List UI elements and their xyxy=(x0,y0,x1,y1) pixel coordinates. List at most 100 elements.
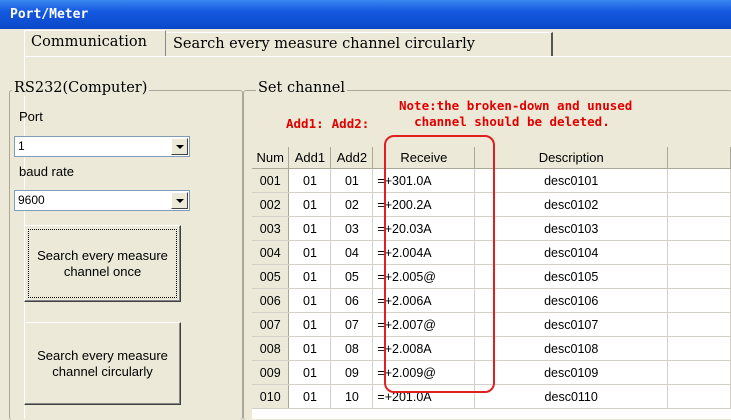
table-row[interactable]: 001 01 01 =+301.0A desc0101 xyxy=(252,168,731,193)
tab-search-circularly[interactable]: Search every measure channel circularly xyxy=(167,32,553,56)
baud-rate-label: baud rate xyxy=(19,164,74,179)
row-extra xyxy=(667,336,731,361)
row-extra xyxy=(667,288,731,313)
header-num[interactable]: Num xyxy=(252,147,290,169)
row-description[interactable]: desc0109 xyxy=(474,360,669,385)
row-num[interactable]: 010 xyxy=(252,384,290,409)
row-add1[interactable]: 01 xyxy=(288,288,332,313)
table-header-row: Num Add1 Add2 Receive Description xyxy=(252,147,731,169)
row-description[interactable]: desc0110 xyxy=(474,384,669,409)
row-add1[interactable]: 01 xyxy=(288,168,332,193)
row-add2[interactable]: 02 xyxy=(330,192,374,217)
window-title: Port/Meter xyxy=(10,7,89,22)
rs232-group-title: RS232(Computer) xyxy=(12,80,150,96)
search-circularly-button[interactable]: Search every measure channel circularly xyxy=(24,322,181,405)
row-add2[interactable]: 05 xyxy=(330,264,374,289)
row-add1[interactable]: 01 xyxy=(288,336,332,361)
row-num[interactable]: 005 xyxy=(252,264,290,289)
table-row[interactable]: 002 01 02 =+200.2A desc0102 xyxy=(252,192,731,217)
row-extra xyxy=(667,264,731,289)
row-description[interactable]: desc0106 xyxy=(474,288,669,313)
address-labels: Add1: Add2: xyxy=(286,116,377,131)
row-add2[interactable]: 10 xyxy=(330,384,374,409)
row-add2[interactable]: 07 xyxy=(330,312,374,337)
row-extra xyxy=(667,384,731,409)
row-description[interactable]: desc0107 xyxy=(474,312,669,337)
set-channel-group-title: Set channel xyxy=(256,80,347,96)
channel-table[interactable]: Num Add1 Add2 Receive Description 001 01 0… xyxy=(252,147,731,419)
table-row[interactable]: 009 01 09 =+2.009@ desc0109 xyxy=(252,360,731,385)
row-description[interactable]: desc0103 xyxy=(474,216,669,241)
row-receive[interactable]: =+2.006A xyxy=(372,288,476,313)
table-row[interactable]: 005 01 05 =+2.005@ desc0105 xyxy=(252,264,731,289)
search-once-button[interactable]: Search every measure channel once xyxy=(24,225,181,302)
port-select[interactable]: 1 xyxy=(14,136,190,157)
row-add1[interactable]: 01 xyxy=(288,240,332,265)
row-receive[interactable]: =+2.009@ xyxy=(372,360,476,385)
row-add2[interactable]: 01 xyxy=(330,168,374,193)
row-extra xyxy=(667,360,731,385)
header-receive[interactable]: Receive xyxy=(372,147,476,169)
row-add1[interactable]: 01 xyxy=(288,312,332,337)
row-receive[interactable]: =+201.0A xyxy=(372,384,476,409)
row-receive[interactable]: =+301.0A xyxy=(372,168,476,193)
row-receive[interactable]: =+20.03A xyxy=(372,216,476,241)
row-add1[interactable]: 01 xyxy=(288,264,332,289)
row-add1[interactable]: 01 xyxy=(288,360,332,385)
table-row[interactable]: 006 01 06 =+2.006A desc0106 xyxy=(252,288,731,313)
row-num[interactable]: 006 xyxy=(252,288,290,313)
row-description[interactable]: desc0102 xyxy=(474,192,669,217)
row-extra xyxy=(667,240,731,265)
row-add2[interactable]: 03 xyxy=(330,216,374,241)
table-row[interactable]: 004 01 04 =+2.004A desc0104 xyxy=(252,240,731,265)
row-add2[interactable]: 08 xyxy=(330,336,374,361)
add2-label: Add2: xyxy=(331,116,370,131)
header-add1[interactable]: Add1 xyxy=(288,147,332,169)
row-add1[interactable]: 01 xyxy=(288,384,332,409)
add1-label: Add1: xyxy=(286,116,324,131)
window-title-bar[interactable]: Port/Meter xyxy=(0,0,731,29)
row-receive[interactable]: =+2.008A xyxy=(372,336,476,361)
row-receive[interactable]: =+2.007@ xyxy=(372,312,476,337)
row-receive[interactable]: =+2.005@ xyxy=(372,264,476,289)
row-receive[interactable]: =+200.2A xyxy=(372,192,476,217)
baud-rate-select[interactable]: 9600 xyxy=(14,190,190,211)
row-description[interactable]: desc0108 xyxy=(474,336,669,361)
port-label: Port xyxy=(19,109,43,124)
row-add2[interactable]: 09 xyxy=(330,360,374,385)
row-extra xyxy=(667,312,731,337)
row-num[interactable]: 003 xyxy=(252,216,290,241)
table-row[interactable]: 008 01 08 =+2.008A desc0108 xyxy=(252,336,731,361)
tab-strip: Communication Search every measure chann… xyxy=(0,30,731,57)
row-num[interactable]: 008 xyxy=(252,336,290,361)
row-receive[interactable]: =+2.004A xyxy=(372,240,476,265)
row-num[interactable]: 002 xyxy=(252,192,290,217)
row-add2[interactable]: 06 xyxy=(330,288,374,313)
row-num[interactable]: 007 xyxy=(252,312,290,337)
baud-rate-value: 9600 xyxy=(18,193,45,207)
row-add1[interactable]: 01 xyxy=(288,192,332,217)
port-value: 1 xyxy=(18,139,25,153)
row-add2[interactable]: 04 xyxy=(330,240,374,265)
row-add1[interactable]: 01 xyxy=(288,216,332,241)
row-description[interactable]: desc0101 xyxy=(474,168,669,193)
chevron-down-icon[interactable] xyxy=(171,138,188,155)
table-row[interactable]: 010 01 10 =+201.0A desc0110 xyxy=(252,384,731,409)
tab-communication[interactable]: Communication xyxy=(24,30,166,57)
deletion-note: Note:the broken-down and unused channel … xyxy=(399,98,632,130)
header-add2[interactable]: Add2 xyxy=(330,147,374,169)
row-extra xyxy=(667,216,731,241)
row-description[interactable]: desc0104 xyxy=(474,240,669,265)
chevron-down-icon[interactable] xyxy=(171,192,188,209)
row-extra xyxy=(667,168,731,193)
row-num[interactable]: 009 xyxy=(252,360,290,385)
row-num[interactable]: 004 xyxy=(252,240,290,265)
header-description[interactable]: Description xyxy=(474,147,669,169)
row-num[interactable]: 001 xyxy=(252,168,290,193)
row-description[interactable]: desc0105 xyxy=(474,264,669,289)
table-row[interactable]: 007 01 07 =+2.007@ desc0107 xyxy=(252,312,731,337)
note-line-2: channel should be deleted. xyxy=(414,114,610,129)
row-extra xyxy=(667,192,731,217)
table-row[interactable]: 003 01 03 =+20.03A desc0103 xyxy=(252,216,731,241)
note-line-1: Note:the broken-down and unused xyxy=(399,98,633,113)
